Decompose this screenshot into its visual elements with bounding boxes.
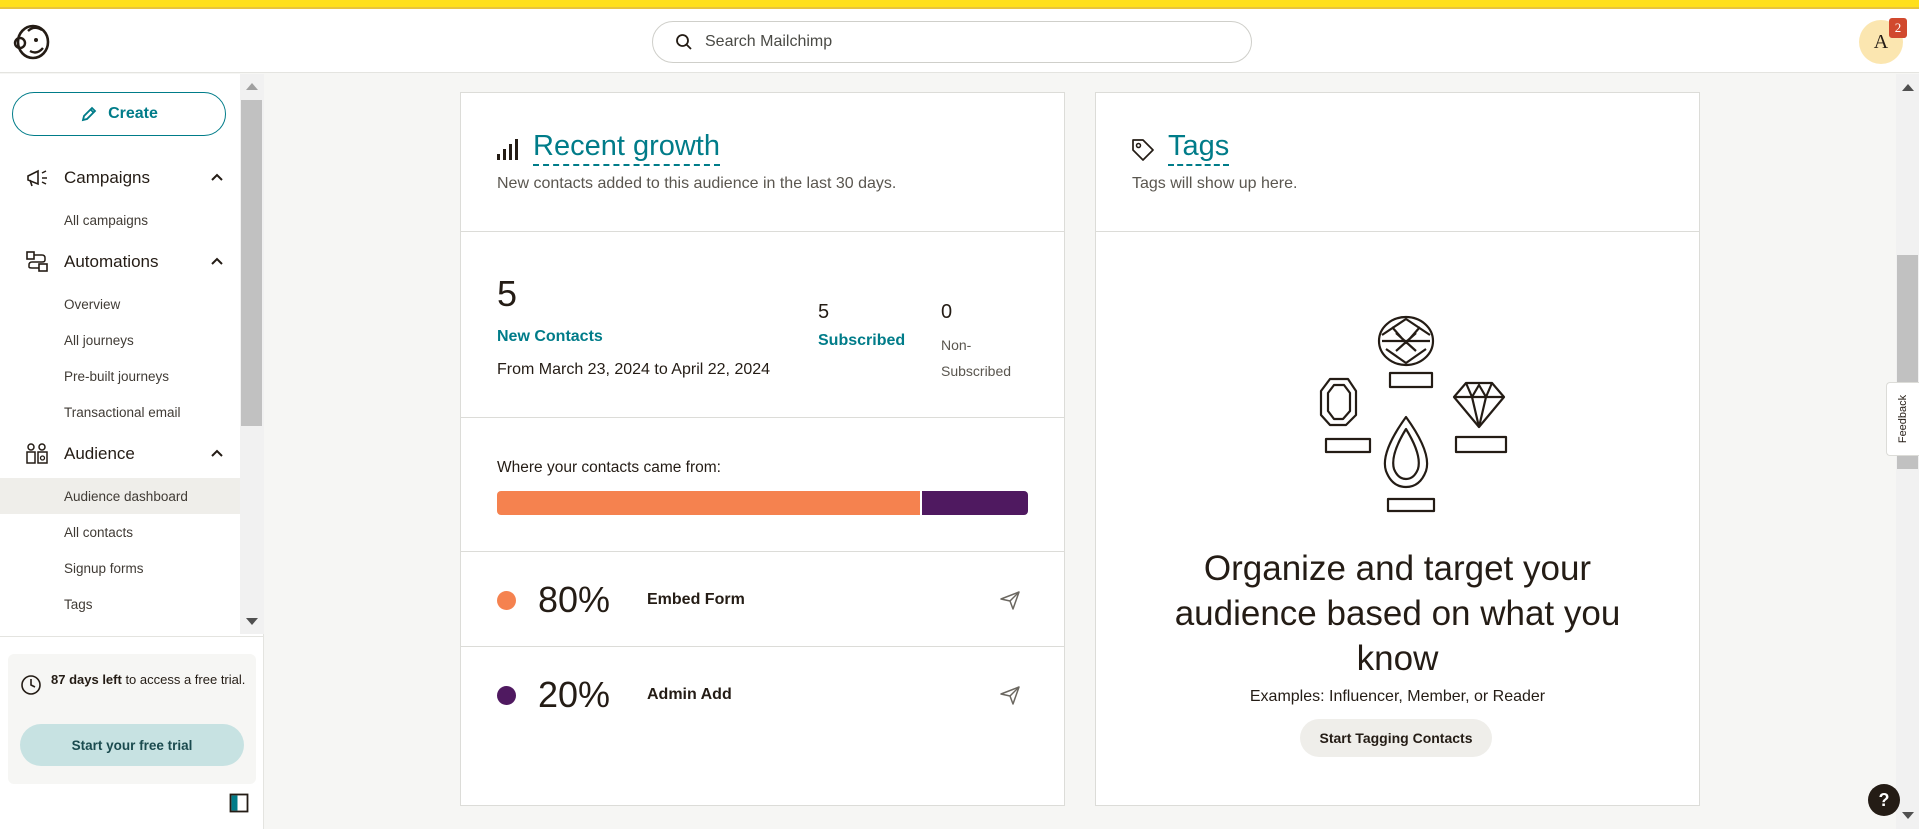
start-tagging-contacts-button[interactable]: Start Tagging Contacts [1300,719,1492,757]
sidebar-item-label: All campaigns [64,212,149,228]
source-color-dot [497,686,516,705]
collapse-sidebar-icon[interactable] [229,793,249,813]
subscribed-count: 5 [818,301,830,323]
sidebar-item-prebuilt-journeys[interactable]: Pre-built journeys [0,358,240,394]
sidebar-nav: Create Campaigns All campaigns Automatio… [0,74,240,634]
search-input[interactable] [705,33,1225,51]
tag-icon [1132,139,1154,161]
growth-stats: 5 New Contacts From March 23, 2024 to Ap… [461,233,1064,418]
chevron-up-icon [211,173,223,181]
sidebar-item-label: Pre-built journeys [64,368,170,384]
feedback-tab[interactable]: Feedback [1886,382,1919,456]
trial-text: 87 days left to access a free trial. [51,670,246,690]
notification-badge: 2 [1889,18,1907,38]
scroll-down-arrow-icon[interactable] [246,618,258,625]
sources-bar [497,491,1028,515]
tags-subtitle: Tags will show up here. [1132,175,1298,192]
sidebar-item-label: Overview [64,296,121,312]
source-name: Admin Add [647,686,732,703]
recent-growth-subtitle: New contacts added to this audience in t… [497,175,897,192]
source-percent: 20% [538,674,611,715]
new-contacts-label: New Contacts [497,328,603,345]
source-row: 20% Admin Add [461,648,1064,742]
sidebar-section-label: Automations [64,252,159,271]
sidebar-item-label: All journeys [64,332,134,348]
mailchimp-logo-icon[interactable] [12,21,52,61]
tags-title[interactable]: Tags [1168,129,1230,166]
trial-days-left: 87 days left [51,672,122,687]
chevron-up-icon [211,257,223,265]
trial-notice: 87 days left to access a free trial. Sta… [8,654,256,784]
chevron-up-icon [211,449,223,457]
tags-examples: Examples: Influencer, Member, or Reader [1249,688,1546,705]
feedback-label: Feedback [1897,394,1909,444]
workflow-icon [26,251,48,272]
recent-growth-header: Recent growth New contacts added to this… [461,93,1064,232]
sidebar-item-audience-dashboard[interactable]: Audience dashboard [0,478,240,514]
sidebar: Create Campaigns All campaigns Automatio… [0,74,264,829]
sidebar-section-automations[interactable]: Automations [0,242,240,282]
sidebar-section-label: Audience [64,444,135,463]
sidebar-item-label: All contacts [64,524,134,540]
search-box[interactable] [652,21,1252,63]
account-avatar[interactable]: A 2 [1859,18,1907,64]
top-navigation-bar: A 2 [0,9,1919,73]
tags-headline: Organize and target your audience based … [1174,549,1621,678]
sidebar-item-label: Tags [64,596,93,612]
sidebar-item-transactional-email[interactable]: Transactional email [0,394,240,430]
sidebar-item-tags[interactable]: Tags [0,586,240,622]
scroll-up-arrow-icon[interactable] [246,83,258,90]
audience-icon [26,443,48,464]
tags-header: Tags Tags will show up here. [1096,93,1699,232]
tags-card: Tags Tags will show up here. Organize an… [1095,92,1700,806]
sidebar-item-signup-forms[interactable]: Signup forms [0,550,240,586]
recent-growth-card: Recent growth New contacts added to this… [460,92,1065,806]
sidebar-scrollbar[interactable] [240,74,264,634]
create-button[interactable]: Create [12,92,226,136]
sidebar-scrollbar-thumb[interactable] [241,100,262,426]
send-icon[interactable] [999,684,1021,706]
source-bar-segment-embed-form [497,491,921,515]
send-icon[interactable] [999,589,1021,611]
sidebar-section-audience[interactable]: Audience [0,434,240,474]
top-accent-stripe [0,0,1919,9]
sidebar-item-all-journeys[interactable]: All journeys [0,322,240,358]
gems-illustration-icon [1319,315,1508,513]
pencil-icon [81,106,97,122]
sources-label: Where your contacts came from: [497,459,721,476]
sidebar-item-label: Signup forms [64,560,144,576]
help-button[interactable]: ? [1868,784,1900,816]
search-icon [676,34,692,50]
sidebar-divider [0,636,264,637]
sidebar-item-label: Audience dashboard [64,488,188,504]
create-button-label: Create [108,105,158,122]
sidebar-item-all-campaigns[interactable]: All campaigns [0,202,240,238]
clock-icon [21,675,41,695]
non-subscribed-label: Non-Subscribed [941,337,1012,379]
megaphone-icon [27,169,47,187]
main-content: Recent growth New contacts added to this… [264,74,1896,829]
contact-sources: Where your contacts came from: [461,419,1064,552]
recent-growth-title[interactable]: Recent growth [533,129,720,166]
new-contacts-count: 5 [497,273,518,314]
subscribed-label: Subscribed [818,332,906,349]
source-row: 80% Embed Form [461,553,1064,647]
start-free-trial-button[interactable]: Start your free trial [20,724,244,766]
source-bar-segment-admin-add [920,491,1028,515]
scroll-down-arrow-icon[interactable] [1902,812,1914,819]
sidebar-section-campaigns[interactable]: Campaigns [0,158,240,198]
source-name: Embed Form [647,591,745,608]
bar-chart-icon [497,139,518,160]
trial-message: to access a free trial. [121,672,246,687]
scroll-up-arrow-icon[interactable] [1902,84,1914,91]
sidebar-item-label: Transactional email [64,404,181,420]
date-range: From March 23, 2024 to April 22, 2024 [497,361,771,378]
sidebar-item-all-contacts[interactable]: All contacts [0,514,240,550]
sidebar-item-overview[interactable]: Overview [0,286,240,322]
avatar-letter: A [1873,30,1889,53]
source-color-dot [497,591,516,610]
non-subscribed-count: 0 [941,301,953,323]
sidebar-section-label: Campaigns [64,168,150,187]
source-percent: 80% [538,579,611,620]
